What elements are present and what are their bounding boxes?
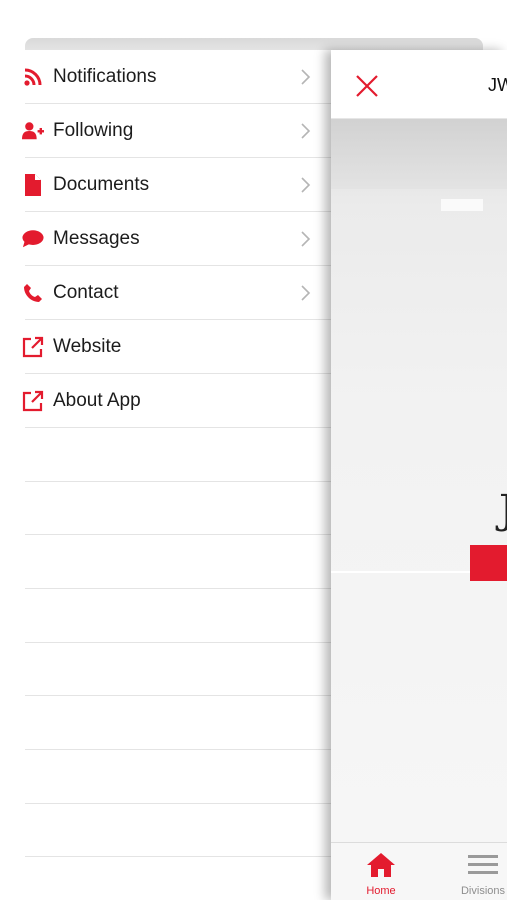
tab-label: Home — [366, 885, 396, 897]
menu-item-website[interactable]: Website — [0, 320, 332, 374]
external-link-icon — [22, 390, 44, 412]
phone-icon — [22, 282, 44, 304]
chevron-right-icon — [301, 285, 311, 301]
external-link-icon — [22, 336, 44, 358]
empty-row-divider — [25, 481, 332, 482]
menu-item-messages[interactable]: Messages — [0, 212, 332, 266]
menu-item-label: Messages — [53, 228, 140, 249]
tab-label: Divisions — [460, 885, 505, 897]
menu-item-following[interactable]: Following — [0, 104, 332, 158]
chevron-right-icon — [301, 69, 311, 85]
home-icon — [367, 853, 395, 877]
empty-row-divider — [25, 749, 332, 750]
page-title: JW — [488, 75, 507, 95]
document-icon — [22, 174, 44, 196]
menu-item-label: About App — [53, 390, 141, 411]
chevron-right-icon — [301, 231, 311, 247]
menu-lines-icon — [468, 855, 498, 874]
empty-row-divider — [25, 642, 332, 643]
menu-divider — [25, 427, 332, 428]
menu-item-about-app[interactable]: About App — [0, 374, 332, 428]
menu-item-label: Documents — [53, 174, 150, 195]
close-icon[interactable] — [353, 72, 381, 100]
tab-divisions[interactable]: Divisions — [443, 843, 507, 900]
chevron-right-icon — [301, 123, 311, 139]
empty-row-divider — [25, 856, 332, 857]
menu-item-contact[interactable]: Contact — [0, 266, 332, 320]
hero-action-button[interactable] — [470, 545, 507, 581]
empty-row-divider — [25, 588, 332, 589]
menu-item-notifications[interactable]: Notifications — [0, 50, 332, 104]
panel-header: JW — [331, 50, 507, 119]
user-plus-icon — [22, 120, 44, 142]
empty-row-divider — [25, 695, 332, 696]
tab-bar: Home Divisions — [331, 842, 507, 900]
menu-item-documents[interactable]: Documents — [0, 158, 332, 212]
hero-sign — [441, 199, 483, 211]
menu-item-label: Following — [53, 120, 134, 141]
menu-item-label: Website — [53, 336, 122, 357]
menu-item-label: Notifications — [53, 66, 157, 87]
main-panel[interactable]: JW J Home Divisions — [331, 50, 507, 900]
rss-icon — [22, 66, 44, 88]
hero-trees — [331, 119, 507, 189]
chevron-right-icon — [301, 177, 311, 193]
chat-bubble-icon — [22, 228, 44, 250]
empty-row-divider — [25, 534, 332, 535]
empty-row-divider — [25, 803, 332, 804]
menu-item-label: Contact — [53, 282, 119, 303]
tab-home[interactable]: Home — [341, 843, 421, 900]
side-menu: Notifications Following Documents Messag… — [0, 50, 332, 900]
hero-background-image: J — [331, 119, 507, 842]
team-logo: J — [499, 487, 507, 533]
